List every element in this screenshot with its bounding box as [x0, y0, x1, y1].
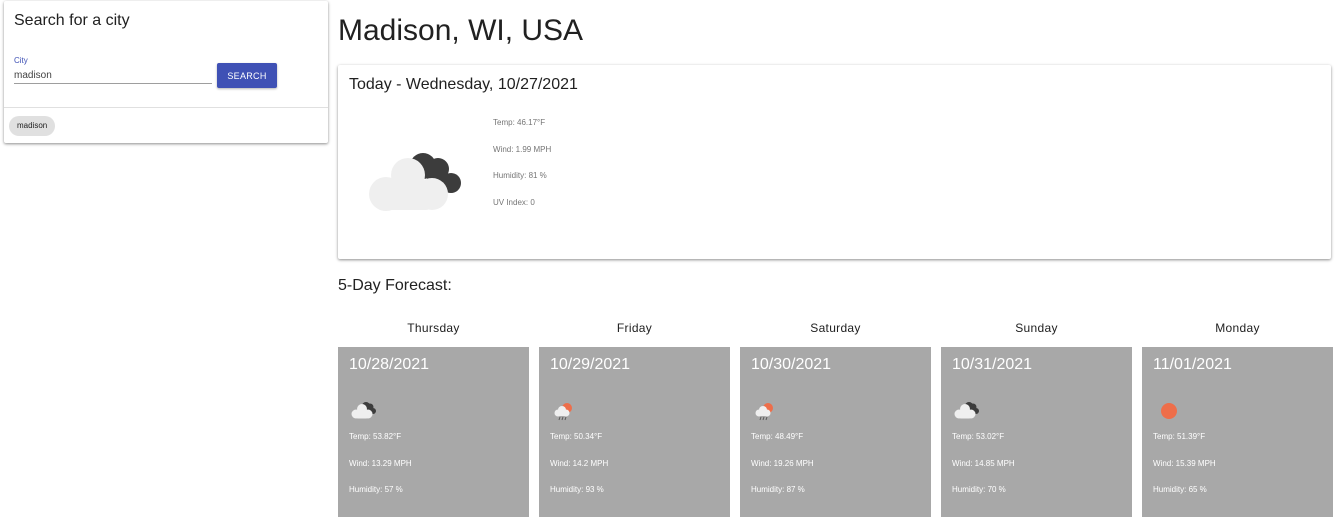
- forecast-date: 10/28/2021: [349, 356, 430, 373]
- forecast-card: 11/01/2021 Temp: 51.39°F Wind: 15.39 MPH…: [1142, 347, 1333, 517]
- forecast-day: Friday 10/29/2021 Temp: 50.34°F Wind: 14…: [539, 318, 730, 517]
- forecast-wind: Wind: 15.39 MPH: [1153, 459, 1216, 468]
- forecast-humidity: Humidity: 70 %: [952, 485, 1006, 494]
- cloudy-icon: [954, 402, 979, 419]
- cloudy-icon: [369, 153, 461, 211]
- forecast-temp: Temp: 51.39°F: [1153, 432, 1206, 441]
- forecast-date: 10/30/2021: [751, 356, 832, 373]
- forecast-wind: Wind: 19.26 MPH: [751, 459, 814, 468]
- today-weather-card: Today - Wednesday, 10/27/2021 Temp: 46.1…: [338, 65, 1331, 259]
- today-uv-index: UV Index: 0: [493, 197, 535, 207]
- rain-sun-icon: [554, 403, 572, 421]
- today-temp: Temp: 46.17°F: [493, 118, 546, 127]
- forecast-heading: 5-Day Forecast:: [338, 277, 452, 294]
- history-chip-madison[interactable]: madison: [9, 116, 56, 136]
- forecast-humidity: Humidity: 57 %: [349, 485, 403, 494]
- forecast-temp: Temp: 48.49°F: [751, 432, 804, 441]
- forecast-date: 10/29/2021: [550, 356, 631, 373]
- forecast-date: 10/31/2021: [952, 356, 1033, 373]
- city-search-input[interactable]: [14, 67, 212, 84]
- cloudy-icon: [351, 402, 376, 419]
- forecast-day: Monday 11/01/2021 Temp: 51.39°F Wind: 15…: [1142, 318, 1333, 517]
- forecast-wind: Wind: 14.85 MPH: [952, 459, 1015, 468]
- forecast-day: Sunday 10/31/2021 Temp: 53.02°F Wind: 14…: [941, 318, 1132, 517]
- forecast-temp: Temp: 50.34°F: [550, 432, 603, 441]
- forecast-day-name: Saturday: [810, 321, 861, 335]
- city-title: Madison, WI, USA: [338, 14, 584, 47]
- search-button[interactable]: SEARCH: [217, 63, 277, 88]
- forecast-day: Saturday 10/30/2021 Temp: 48.49°F Wind: …: [740, 318, 931, 517]
- clear-sun-icon: [1161, 403, 1177, 419]
- forecast-day-name: Monday: [1215, 321, 1260, 335]
- forecast-humidity: Humidity: 65 %: [1153, 485, 1207, 494]
- forecast-card: 10/29/2021 Temp: 50.34°F Wind: 14.2 MPH …: [539, 347, 730, 517]
- forecast-card: 10/28/2021 Temp: 53.82°F Wind: 13.29 MPH…: [338, 347, 529, 517]
- forecast-humidity: Humidity: 93 %: [550, 485, 604, 494]
- rain-sun-icon: [755, 403, 773, 421]
- search-panel: Search for a city City SEARCH madison: [4, 1, 328, 143]
- today-wind: Wind: 1.99 MPH: [493, 144, 552, 154]
- forecast-card: 10/31/2021 Temp: 53.02°F Wind: 14.85 MPH…: [941, 347, 1132, 517]
- forecast-date: 11/01/2021: [1153, 356, 1232, 373]
- forecast-row: Thursday 10/28/2021 Temp: 53.82°F Wind: …: [338, 318, 1337, 517]
- today-stats: Temp: 46.17°F Wind: 1.99 MPH Humidity: 8…: [493, 117, 551, 223]
- forecast-temp: Temp: 53.82°F: [349, 432, 402, 441]
- forecast-humidity: Humidity: 87 %: [751, 485, 805, 494]
- forecast-day-name: Thursday: [407, 321, 460, 335]
- forecast-day-name: Friday: [616, 321, 653, 335]
- forecast-day-name: Sunday: [1015, 321, 1058, 335]
- city-field-label: City: [14, 56, 28, 65]
- forecast-temp: Temp: 53.02°F: [952, 432, 1005, 441]
- today-heading: Today - Wednesday, 10/27/2021: [349, 76, 578, 93]
- divider: [4, 107, 328, 108]
- forecast-card: 10/30/2021 Temp: 48.49°F Wind: 19.26 MPH…: [740, 347, 931, 517]
- search-title: Search for a city: [14, 12, 130, 29]
- today-humidity: Humidity: 81 %: [493, 171, 547, 180]
- forecast-day: Thursday 10/28/2021 Temp: 53.82°F Wind: …: [338, 318, 529, 517]
- forecast-wind: Wind: 13.29 MPH: [349, 459, 412, 468]
- forecast-wind: Wind: 14.2 MPH: [550, 459, 609, 468]
